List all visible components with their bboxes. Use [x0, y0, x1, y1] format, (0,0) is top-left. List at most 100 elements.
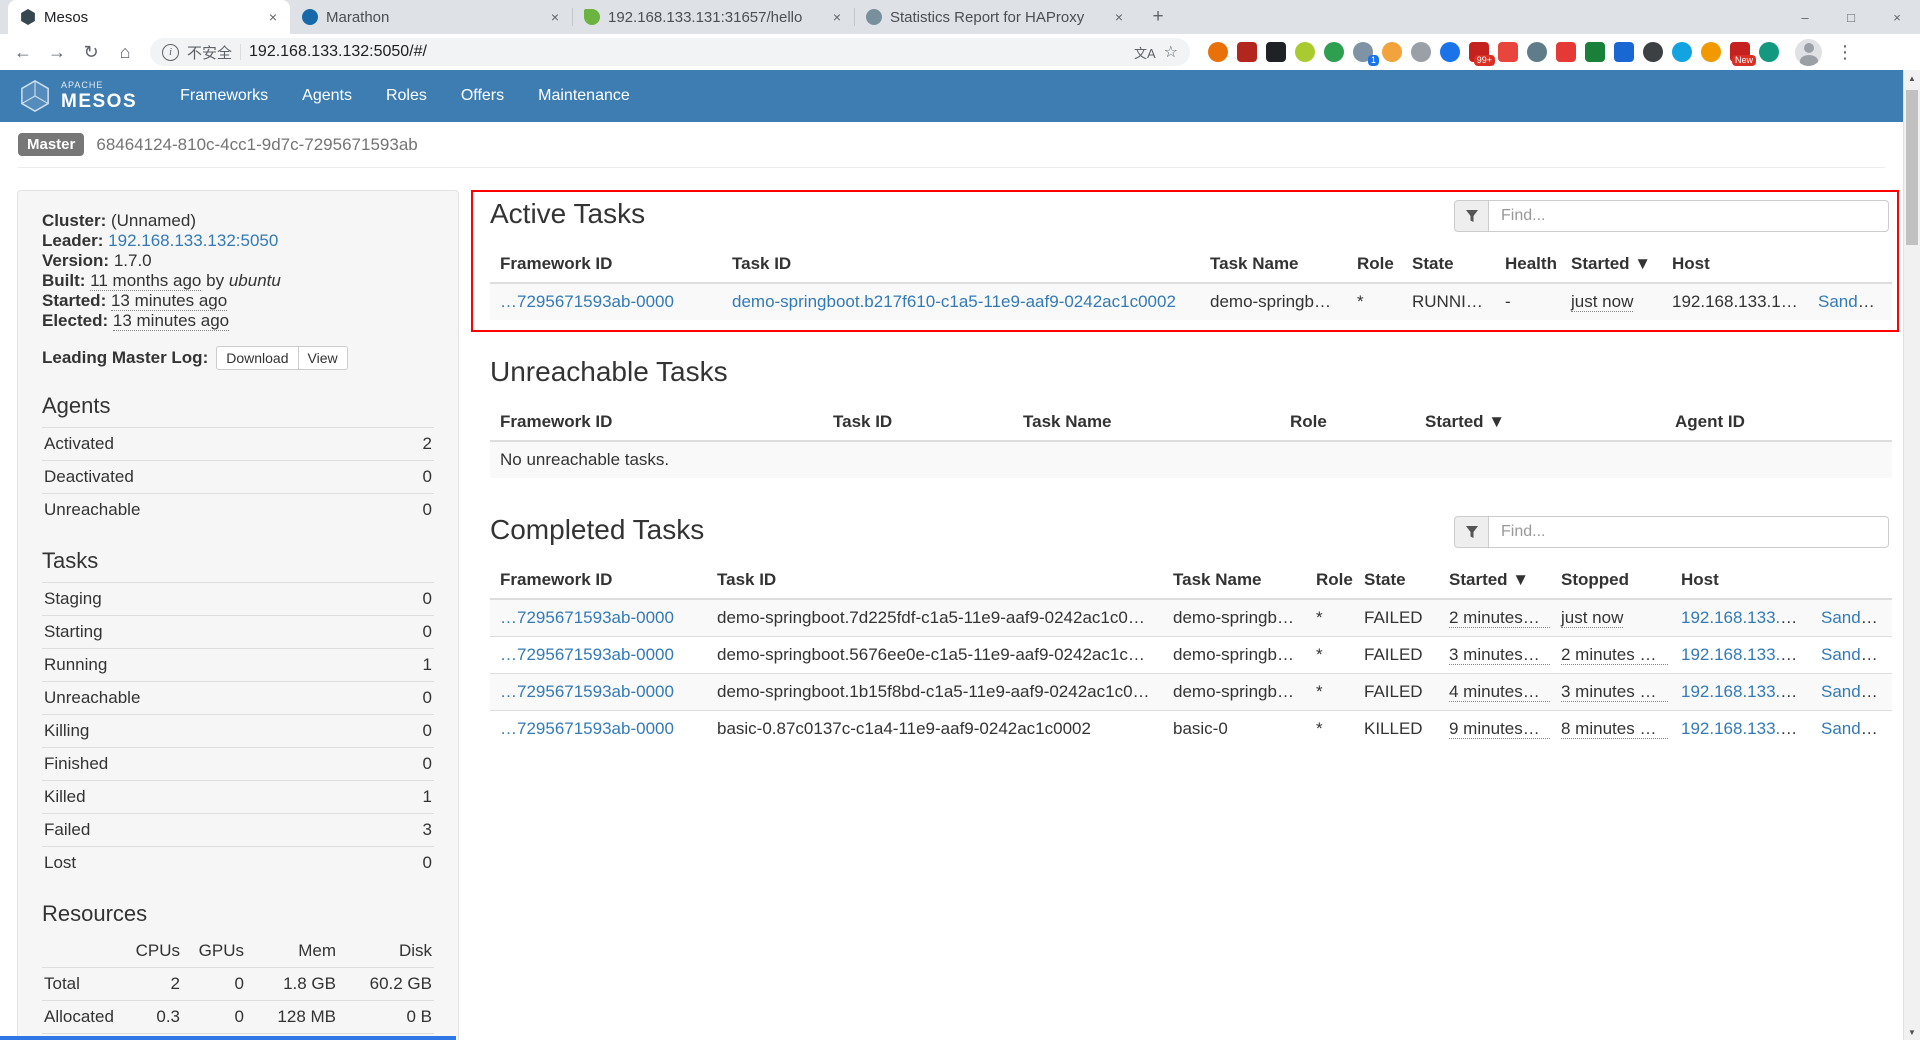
col-started[interactable]: Started ▼ — [1439, 562, 1551, 599]
info-icon[interactable]: i — [162, 44, 179, 61]
tab-close-icon[interactable]: × — [1110, 8, 1128, 26]
translate-icon[interactable]: 文A — [1134, 43, 1156, 62]
col-task-id[interactable]: Task ID — [823, 404, 1013, 441]
framework-id-link[interactable]: …7295671593ab-0000 — [500, 645, 674, 664]
extension-icon[interactable] — [1411, 42, 1431, 62]
url-text[interactable]: 192.168.133.132:5050/#/ — [249, 43, 1126, 61]
host-link[interactable]: 192.168.133.130 — [1681, 682, 1809, 701]
col-task-name[interactable]: Task Name — [1163, 562, 1306, 599]
col-role[interactable]: Role — [1306, 562, 1354, 599]
col-started[interactable]: Started ▼ — [1415, 404, 1665, 441]
minimize-button[interactable]: – — [1782, 0, 1828, 34]
framework-id-link[interactable]: …7295671593ab-0000 — [500, 292, 674, 311]
col-health[interactable]: Health — [1495, 246, 1561, 283]
sandbox-link[interactable]: Sandbox — [1821, 645, 1888, 664]
col-task-name[interactable]: Task Name — [1013, 404, 1280, 441]
col-state[interactable]: State — [1354, 562, 1439, 599]
close-button[interactable]: × — [1874, 0, 1920, 34]
framework-id-link[interactable]: …7295671593ab-0000 — [500, 682, 674, 701]
back-icon[interactable]: ← — [8, 37, 38, 67]
sandbox-link[interactable]: Sandbox — [1821, 719, 1888, 738]
extension-icon[interactable] — [1672, 42, 1692, 62]
tab-spring-hello[interactable]: 192.168.133.131:31657/hello × — [572, 0, 854, 34]
version-info: Version: 1.7.0 — [42, 251, 434, 271]
extension-icon[interactable] — [1759, 42, 1779, 62]
nav-item-agents[interactable]: Agents — [285, 70, 369, 122]
sandbox-link[interactable]: Sandbox — [1821, 608, 1888, 627]
framework-id-link[interactable]: …7295671593ab-0000 — [500, 719, 674, 738]
extension-icon[interactable] — [1440, 42, 1460, 62]
tab-mesos[interactable]: Mesos × — [8, 0, 290, 34]
extension-icon[interactable] — [1266, 42, 1286, 62]
new-tab-button[interactable]: + — [1144, 3, 1172, 31]
col-task-id[interactable]: Task ID — [722, 246, 1200, 283]
col-state[interactable]: State — [1402, 246, 1495, 283]
col-framework-id[interactable]: Framework ID — [490, 404, 823, 441]
extension-icon[interactable]: 99+ — [1469, 42, 1489, 62]
log-download-button[interactable]: Download — [216, 346, 298, 370]
col-framework-id[interactable]: Framework ID — [490, 246, 722, 283]
col-started[interactable]: Started ▼ — [1561, 246, 1662, 283]
tab-close-icon[interactable]: × — [546, 8, 564, 26]
extension-icon[interactable] — [1498, 42, 1518, 62]
extension-icon[interactable] — [1701, 42, 1721, 62]
nav-item-maintenance[interactable]: Maintenance — [521, 70, 647, 122]
col-host[interactable]: Host — [1671, 562, 1811, 599]
address-bar[interactable]: i 不安全 192.168.133.132:5050/#/ 文A ☆ — [150, 38, 1190, 66]
extension-icon[interactable] — [1643, 42, 1663, 62]
tab-haproxy[interactable]: Statistics Report for HAProxy × — [854, 0, 1136, 34]
tab-close-icon[interactable]: × — [264, 8, 282, 26]
filter-icon[interactable] — [1454, 516, 1489, 548]
sandbox-link[interactable]: Sandbox — [1821, 682, 1888, 701]
nav-item-roles[interactable]: Roles — [369, 70, 444, 122]
extension-icon[interactable] — [1237, 42, 1257, 62]
extension-icon[interactable] — [1382, 42, 1402, 62]
extension-icon[interactable] — [1208, 42, 1228, 62]
extension-icon[interactable] — [1585, 42, 1605, 62]
extension-icon[interactable] — [1295, 42, 1315, 62]
mesos-brand[interactable]: APACHE MESOS — [18, 79, 137, 113]
sandbox-link[interactable]: Sandbox — [1818, 292, 1885, 311]
profile-avatar[interactable] — [1795, 39, 1822, 66]
extension-icon[interactable] — [1527, 42, 1547, 62]
col-task-id[interactable]: Task ID — [707, 562, 1163, 599]
scrollbar-thumb[interactable] — [1906, 90, 1918, 245]
tab-close-icon[interactable]: × — [828, 8, 846, 26]
built-by: by — [206, 271, 224, 290]
col-host[interactable]: Host — [1662, 246, 1808, 283]
bookmark-star-icon[interactable]: ☆ — [1164, 42, 1178, 62]
task-id-link[interactable]: demo-springboot.b217f610-c1a5-11e9-aaf9-… — [732, 292, 1176, 311]
extension-icon[interactable] — [1324, 42, 1344, 62]
active-tasks-find-input[interactable] — [1489, 200, 1889, 232]
home-icon[interactable]: ⌂ — [110, 37, 140, 67]
col-role[interactable]: Role — [1347, 246, 1402, 283]
started-cell: 4 minutes ago — [1449, 682, 1551, 702]
framework-id-link[interactable]: …7295671593ab-0000 — [500, 608, 674, 627]
extension-icon[interactable]: New — [1730, 42, 1750, 62]
col-framework-id[interactable]: Framework ID — [490, 562, 707, 599]
col-role[interactable]: Role — [1280, 404, 1415, 441]
reload-icon[interactable]: ↻ — [76, 37, 106, 67]
forward-icon[interactable]: → — [42, 37, 72, 67]
col-task-name[interactable]: Task Name — [1200, 246, 1347, 283]
host-link[interactable]: 192.168.133.130 — [1681, 719, 1809, 738]
tab-marathon[interactable]: Marathon × — [290, 0, 572, 34]
filter-icon[interactable] — [1454, 200, 1489, 232]
maximize-button[interactable]: □ — [1828, 0, 1874, 34]
extension-icon[interactable]: 1 — [1353, 42, 1373, 62]
nav-item-frameworks[interactable]: Frameworks — [163, 70, 285, 122]
extension-icon[interactable] — [1614, 42, 1634, 62]
host-link[interactable]: 192.168.133.131 — [1681, 608, 1809, 627]
leader-link[interactable]: 192.168.133.132:5050 — [108, 231, 278, 250]
scrollbar-up-icon[interactable]: ▲ — [1904, 70, 1920, 86]
nav-item-offers[interactable]: Offers — [444, 70, 521, 122]
completed-tasks-find-input[interactable] — [1489, 516, 1889, 548]
browser-menu-icon[interactable]: ⋮ — [1836, 42, 1854, 63]
log-view-button[interactable]: View — [298, 346, 348, 370]
host-link[interactable]: 192.168.133.130 — [1681, 645, 1809, 664]
col-stopped[interactable]: Stopped — [1551, 562, 1671, 599]
page-scrollbar[interactable]: ▲ ▼ — [1903, 70, 1920, 1040]
scrollbar-down-icon[interactable]: ▼ — [1904, 1024, 1920, 1040]
col-agent-id[interactable]: Agent ID — [1665, 404, 1892, 441]
extension-icon[interactable] — [1556, 42, 1576, 62]
